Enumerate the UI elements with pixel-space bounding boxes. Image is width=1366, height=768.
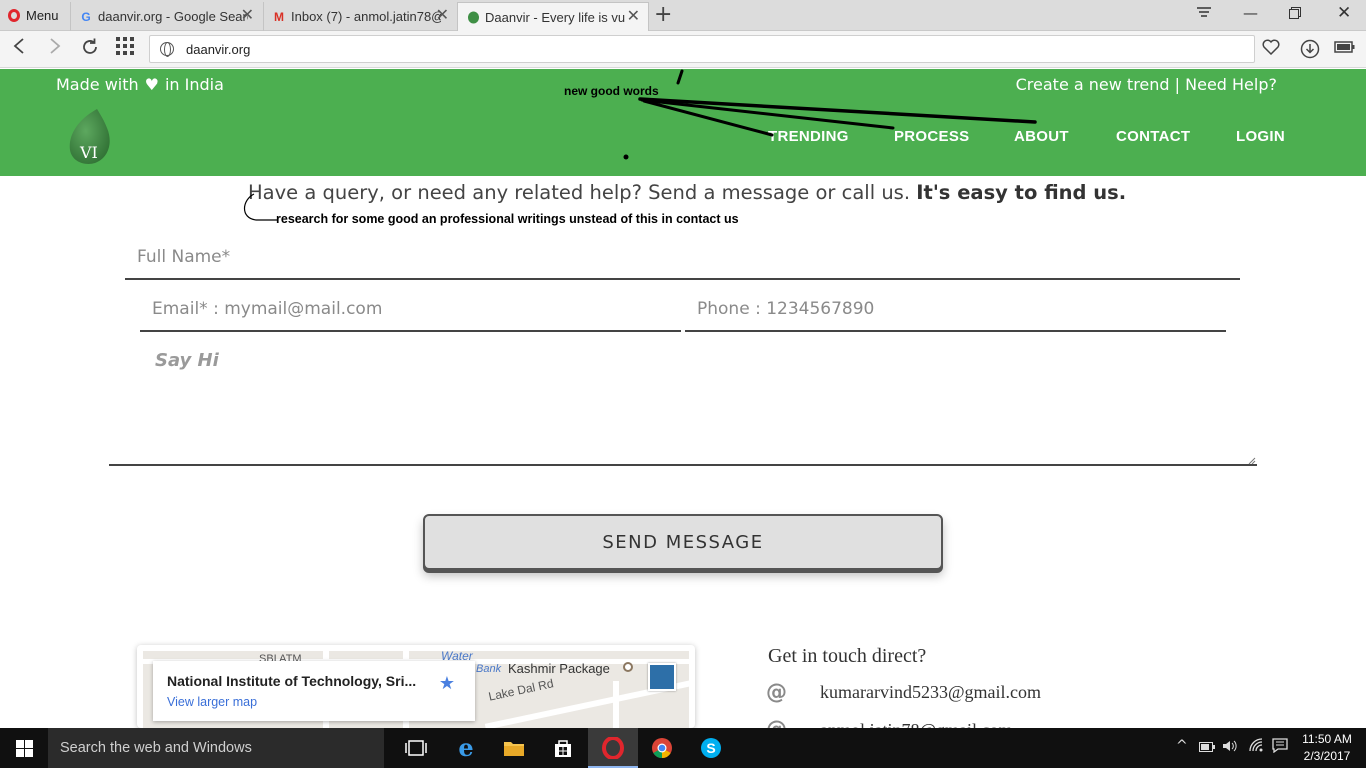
- browser-tab-strip: Menu G daanvir.org - Google Search ✕ M I…: [0, 0, 1366, 32]
- taskbar-clock[interactable]: 11:50 AM 2/3/2017: [1296, 731, 1358, 765]
- map-label-road: Lake Dal Rd: [487, 676, 555, 704]
- made-with-suffix: in India: [164, 75, 224, 94]
- chrome-icon[interactable]: [650, 736, 674, 760]
- map-label-package: Kashmir Package: [508, 661, 610, 676]
- annotation-research-note: research for some good an professional w…: [276, 212, 739, 226]
- embedded-map[interactable]: Water Bank SBI ATM Kashmir Package Lake …: [137, 645, 695, 728]
- url-text: daanvir.org: [186, 41, 251, 57]
- contact-intro: Have a query, or need any related help? …: [248, 181, 1126, 204]
- opera-taskbar-icon[interactable]: [601, 736, 625, 760]
- task-view-icon[interactable]: [404, 736, 428, 760]
- tab-google-search[interactable]: G daanvir.org - Google Search ✕: [70, 2, 262, 31]
- nav-login[interactable]: LOGIN: [1236, 128, 1285, 145]
- made-with-prefix: Made with: [56, 75, 139, 94]
- url-bar[interactable]: daanvir.org: [149, 35, 1255, 63]
- taskbar-search[interactable]: Search the web and Windows: [48, 728, 384, 768]
- map-photo-thumbnail[interactable]: [648, 663, 676, 691]
- gmail-icon: M: [274, 9, 284, 24]
- new-tab-plus-icon[interactable]: +: [654, 3, 672, 27]
- direct-contact-title: Get in touch direct?: [768, 645, 927, 667]
- tab-title: daanvir.org - Google Search: [98, 9, 248, 24]
- tab-title: Daanvir - Every life is vulnerable: [485, 10, 625, 25]
- site-header: Made with ♥ in India Create a new trend …: [0, 69, 1366, 176]
- email-input[interactable]: [140, 288, 681, 332]
- nav-process[interactable]: PROCESS: [894, 128, 969, 145]
- message-textarea[interactable]: [109, 344, 1257, 466]
- speed-dial-grid-icon[interactable]: [116, 37, 134, 59]
- send-message-button[interactable]: SEND MESSAGE: [423, 514, 943, 570]
- bookmark-heart-icon[interactable]: [1262, 39, 1280, 60]
- skype-icon[interactable]: S: [699, 736, 723, 760]
- nav-trending[interactable]: TRENDING: [768, 128, 849, 145]
- annotation-curve-arrow: [243, 193, 278, 221]
- windows-start-icon[interactable]: [16, 740, 33, 757]
- globe-icon: [160, 42, 174, 57]
- google-g-icon: G: [81, 9, 91, 24]
- edge-browser-icon[interactable]: e: [454, 736, 478, 760]
- top-links[interactable]: Create a new trend | Need Help?: [1016, 75, 1277, 94]
- windows-taskbar: Search the web and Windows e S ^ 11:50 A…: [0, 728, 1366, 768]
- battery-saver-icon[interactable]: [1334, 39, 1356, 59]
- contact-intro-text: Have a query, or need any related help? …: [248, 181, 911, 204]
- logo-text: VI: [80, 143, 98, 162]
- wifi-icon[interactable]: [1248, 738, 1264, 756]
- opera-logo-icon: [8, 9, 20, 22]
- nav-about[interactable]: ABOUT: [1014, 128, 1069, 145]
- action-center-icon[interactable]: [1272, 738, 1288, 757]
- back-arrow-icon[interactable]: [12, 37, 26, 59]
- contact-intro-bold: It's easy to find us.: [916, 181, 1127, 204]
- contact-email[interactable]: kumararvind5233@gmail.com: [820, 682, 1041, 703]
- tab-menu-icon[interactable]: [1197, 5, 1211, 23]
- nav-contact[interactable]: CONTACT: [1116, 128, 1190, 145]
- close-tab-icon[interactable]: ✕: [627, 9, 640, 25]
- heart-icon: ♥: [144, 75, 159, 94]
- menu-label: Menu: [26, 8, 59, 23]
- address-bar-row: daanvir.org: [0, 31, 1366, 68]
- full-name-input[interactable]: [125, 236, 1240, 280]
- svg-text:S: S: [706, 740, 715, 756]
- made-with-tagline: Made with ♥ in India: [56, 75, 224, 94]
- map-label-bank: Bank: [476, 663, 502, 675]
- tray-chevron-up-icon[interactable]: ^: [1176, 738, 1188, 754]
- resize-grip-icon[interactable]: [1246, 455, 1256, 465]
- file-explorer-icon[interactable]: [502, 736, 526, 760]
- opera-menu-button[interactable]: Menu: [0, 0, 68, 31]
- star-icon[interactable]: ★: [439, 673, 455, 694]
- close-tab-icon[interactable]: ✕: [436, 8, 449, 24]
- tab-gmail-inbox[interactable]: M Inbox (7) - anmol.jatin78@gmail.com ✕: [263, 2, 457, 31]
- download-icon[interactable]: [1300, 39, 1320, 64]
- volume-icon[interactable]: [1222, 738, 1238, 758]
- close-tab-icon[interactable]: ✕: [241, 8, 254, 24]
- clock-date: 2/3/2017: [1303, 749, 1351, 763]
- reload-icon[interactable]: [80, 37, 100, 61]
- tab-title: Inbox (7) - anmol.jatin78@gmail.com: [291, 9, 441, 24]
- map-pin-icon[interactable]: [623, 662, 633, 672]
- restore-icon[interactable]: [1289, 5, 1301, 23]
- taskbar-search-placeholder: Search the web and Windows: [60, 740, 252, 756]
- minimize-icon[interactable]: —: [1243, 4, 1258, 22]
- clock-time: 11:50 AM: [1302, 732, 1352, 746]
- battery-icon[interactable]: [1199, 740, 1215, 756]
- map-info-card: National Institute of Technology, Sri...…: [153, 661, 475, 721]
- map-place-title: National Institute of Technology, Sri...: [167, 673, 417, 689]
- daanvir-leaf-icon: [466, 11, 480, 25]
- tab-daanvir[interactable]: Daanvir - Every life is vulnerable ✕: [457, 2, 649, 32]
- forward-arrow-icon[interactable]: [48, 37, 62, 59]
- annotation-new-good-words: new good words: [564, 84, 659, 98]
- phone-input[interactable]: [685, 288, 1226, 332]
- at-icon: @: [766, 680, 787, 704]
- close-window-icon[interactable]: ✕: [1337, 3, 1351, 23]
- view-larger-map-link[interactable]: View larger map: [167, 695, 461, 709]
- store-icon[interactable]: [551, 736, 575, 760]
